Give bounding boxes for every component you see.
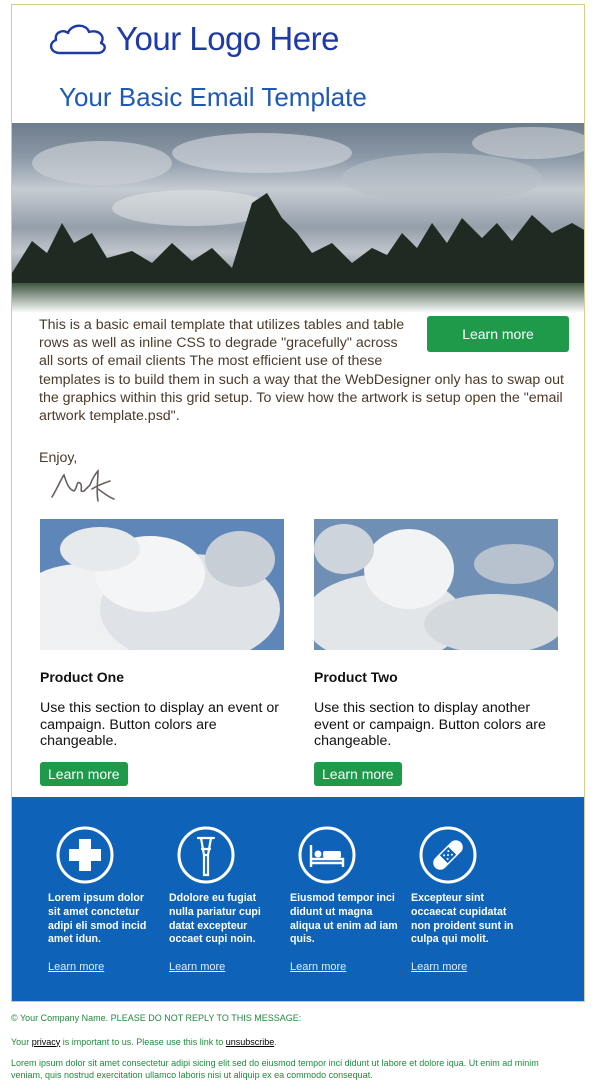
footer-privacy-middle: is important to us. Please use this link… (60, 1036, 226, 1047)
product-title: Product One (40, 669, 125, 685)
feature-item: Excepteur sint occaecat cupidatat non pr… (411, 825, 519, 973)
crutch-icon (176, 825, 236, 885)
product-card: Product One Use this section to display … (12, 519, 284, 786)
product-image (304, 519, 564, 664)
privacy-link[interactable]: privacy (32, 1037, 61, 1047)
feature-text: Lorem ipsum dolor sit amet conctetur adi… (48, 892, 147, 946)
footer: © Your Company Name. PLEASE DO NOT REPLY… (11, 1013, 571, 1081)
product-description: Use this section to display an event or … (40, 700, 279, 749)
signature-image (48, 467, 118, 512)
feature-item: Lorem ipsum dolor sit amet conctetur adi… (48, 825, 156, 973)
feature-text: Ddolore eu fugiat nulla pariatur cupi da… (169, 892, 261, 946)
hospital-bed-icon (297, 825, 357, 885)
feature-learn-more-link[interactable]: Learn more (411, 961, 519, 973)
signoff-text: Enjoy, (39, 450, 78, 466)
features-band: Lorem ipsum dolor sit amet conctetur adi… (12, 797, 584, 1001)
footer-lorem: Lorem ipsum dolor sit amet consectetur a… (11, 1058, 539, 1080)
feature-text: Excepteur sint occaecat cupidatat non pr… (411, 892, 514, 946)
feature-item: Ddolore eu fugiat nulla pariatur cupi da… (169, 825, 277, 973)
email-container: Your Logo Here Your Basic Email Template… (11, 4, 585, 1002)
footer-privacy-prefix: Your (11, 1036, 32, 1047)
footer-company: © Your Company Name. PLEASE DO NOT REPLY… (11, 1013, 302, 1023)
product-image (12, 519, 284, 664)
logo[interactable]: Your Logo Here (46, 19, 339, 59)
feature-learn-more-link[interactable]: Learn more (290, 961, 398, 973)
footer-privacy-line: Your privacy is important to us. Please … (11, 1037, 571, 1049)
intro-section: Learn more This is a basic email templat… (39, 316, 569, 425)
product-title: Product Two (314, 669, 398, 685)
feature-learn-more-link[interactable]: Learn more (169, 961, 277, 973)
feature-learn-more-link[interactable]: Learn more (48, 961, 156, 973)
feature-text: Eiusmod tempor inci didunt ut magna aliq… (290, 892, 398, 946)
unsubscribe-link[interactable]: unsubscribe (226, 1037, 275, 1047)
medical-cross-icon (55, 825, 115, 885)
footer-privacy-suffix: . (274, 1036, 277, 1047)
cloud-outline-icon (46, 22, 110, 56)
bandage-icon (418, 825, 478, 885)
hero-image (12, 123, 584, 313)
product-description: Use this section to display another even… (314, 700, 546, 749)
page-title: Your Basic Email Template (59, 82, 367, 112)
product-card: Product Two Use this section to display … (304, 519, 564, 786)
learn-more-button[interactable]: Learn more (427, 316, 569, 352)
logo-text: Your Logo Here (116, 20, 339, 57)
feature-item: Eiusmod tempor inci didunt ut magna aliq… (290, 825, 398, 973)
learn-more-button[interactable]: Learn more (314, 761, 402, 786)
learn-more-button[interactable]: Learn more (40, 761, 128, 786)
